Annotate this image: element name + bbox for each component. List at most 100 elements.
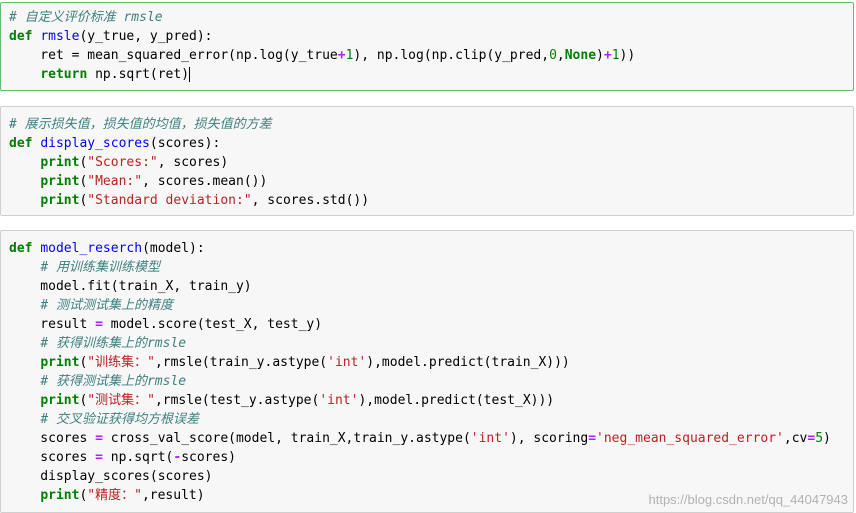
code-token: 'int' <box>327 355 367 370</box>
code-token: result <box>9 317 96 332</box>
code-token: model.score(test_X, test_y) <box>102 317 323 332</box>
code-token: display_scores <box>40 136 150 151</box>
code-token: def <box>9 136 33 151</box>
code-line: # 获得测试集上的rmsle <box>9 372 853 391</box>
code-token: 5 <box>815 431 824 446</box>
code-line: scores = cross_val_score(model, train_X,… <box>9 429 853 448</box>
code-line: def rmsle(y_true, y_pred): <box>9 27 853 46</box>
code-token: "Standard deviation:" <box>87 193 252 208</box>
code-token: # 自定义评价标准 rmsle <box>9 10 163 25</box>
code-token: def <box>9 29 33 44</box>
code-token: rmsle <box>40 29 80 44</box>
code-line: display_scores(scores) <box>9 467 853 486</box>
code-token: 0 <box>549 48 557 63</box>
code-token: "测试集：" <box>87 393 155 408</box>
code-token: # 获得测试集上的rmsle <box>40 374 187 389</box>
code-token: (y_true, y_pred): <box>79 29 213 44</box>
code-token: ret = mean_squared_error(np.log(y_true <box>9 48 338 63</box>
code-token: ), scoring <box>509 431 589 446</box>
code-token: print <box>40 155 80 170</box>
code-line: return np.sqrt(ret) <box>9 65 853 84</box>
code-token: + <box>337 48 346 63</box>
code-line: scores = np.sqrt(-scores) <box>9 448 853 467</box>
watermark: https://blog.csdn.net/qq_44047943 <box>648 492 849 507</box>
code-token: 'int' <box>319 393 359 408</box>
code-token: model.fit(train_X, train_y) <box>9 279 252 294</box>
code-editor[interactable]: def model_reserch(model): # 用训练集训练模型 mod… <box>1 239 853 505</box>
code-line: # 展示损失值，损失值的均值，损失值的方差 <box>9 115 853 134</box>
code-token: ,result) <box>141 488 205 503</box>
code-token: "Scores:" <box>87 155 158 170</box>
code-token: (model): <box>142 241 205 256</box>
code-token: )) <box>619 48 636 63</box>
code-cell-rmsle[interactable]: # 自定义评价标准 rmsle def rmsle(y_true, y_pred)… <box>0 2 854 91</box>
code-cell-display-scores[interactable]: # 展示损失值，损失值的均值，损失值的方差 def display_scores(… <box>0 106 854 216</box>
code-token: = <box>95 317 103 332</box>
code-token: print <box>40 488 80 503</box>
code-editor[interactable]: # 展示损失值，损失值的均值，损失值的方差 def display_scores(… <box>1 115 853 210</box>
code-token: scores <box>9 431 96 446</box>
code-token: model_reserch <box>40 241 143 256</box>
code-token: "Mean:" <box>87 174 143 189</box>
code-token: ),model.predict(train_X))) <box>366 355 570 370</box>
code-token: = <box>95 450 103 465</box>
code-token: , scores.std()) <box>251 193 370 208</box>
code-token: return <box>40 67 88 82</box>
code-token: # 用训练集训练模型 <box>40 260 160 275</box>
code-token: print <box>40 193 80 208</box>
code-token: print <box>40 174 80 189</box>
code-token: display_scores(scores) <box>9 469 213 484</box>
code-token: (scores): <box>149 136 221 151</box>
code-token: print <box>40 355 80 370</box>
code-token: print <box>40 393 80 408</box>
code-token: np.sqrt(ret) <box>87 67 190 82</box>
code-token: ), np.log(np.clip(y_pred, <box>353 48 550 63</box>
code-line: print("Mean:", scores.mean()) <box>9 172 853 191</box>
code-token: = <box>807 431 816 446</box>
code-token: = <box>588 431 597 446</box>
code-token: 'neg_mean_squared_error' <box>596 431 784 446</box>
code-line: print("Standard deviation:", scores.std(… <box>9 191 853 210</box>
code-line: # 用训练集训练模型 <box>9 258 853 277</box>
code-token: ,rmsle(train_y.astype( <box>154 355 328 370</box>
code-token: = <box>95 431 103 446</box>
code-line: print("训练集：",rmsle(train_y.astype('int')… <box>9 353 853 372</box>
code-token: ,rmsle(test_y.astype( <box>154 393 320 408</box>
code-token: ,cv <box>783 431 808 446</box>
code-token: ) <box>596 48 604 63</box>
code-token: def <box>9 241 33 256</box>
code-token: cross_val_score(model, train_X,train_y.a… <box>102 431 471 446</box>
code-token: np.sqrt( <box>102 450 174 465</box>
code-token: ) <box>823 431 831 446</box>
code-token: "精度：" <box>87 488 142 503</box>
code-token: # 测试测试集上的精度 <box>40 298 173 313</box>
code-token: scores) <box>181 450 236 465</box>
code-token: , <box>556 48 565 63</box>
code-token: # 交叉验证获得均方根误差 <box>40 412 199 427</box>
code-line: # 获得训练集上的rmsle <box>9 334 853 353</box>
code-line: result = model.score(test_X, test_y) <box>9 315 853 334</box>
code-line: print("测试集：",rmsle(test_y.astype('int'),… <box>9 391 853 410</box>
code-token: None <box>564 48 597 63</box>
code-line: model.fit(train_X, train_y) <box>9 277 853 296</box>
code-token: , scores.mean()) <box>142 174 268 189</box>
code-token: 'int' <box>470 431 510 446</box>
code-token: , scores) <box>157 155 229 170</box>
code-editor[interactable]: # 自定义评价标准 rmsle def rmsle(y_true, y_pred)… <box>1 8 853 84</box>
code-token: # 获得训练集上的rmsle <box>40 336 187 351</box>
code-token: scores <box>9 450 96 465</box>
text-cursor <box>189 67 191 82</box>
code-token: "训练集：" <box>87 355 155 370</box>
code-cell-model-reserch[interactable]: def model_reserch(model): # 用训练集训练模型 mod… <box>0 230 854 513</box>
code-line: ret = mean_squared_error(np.log(y_true+1… <box>9 46 853 65</box>
code-token: 1 <box>611 48 620 63</box>
